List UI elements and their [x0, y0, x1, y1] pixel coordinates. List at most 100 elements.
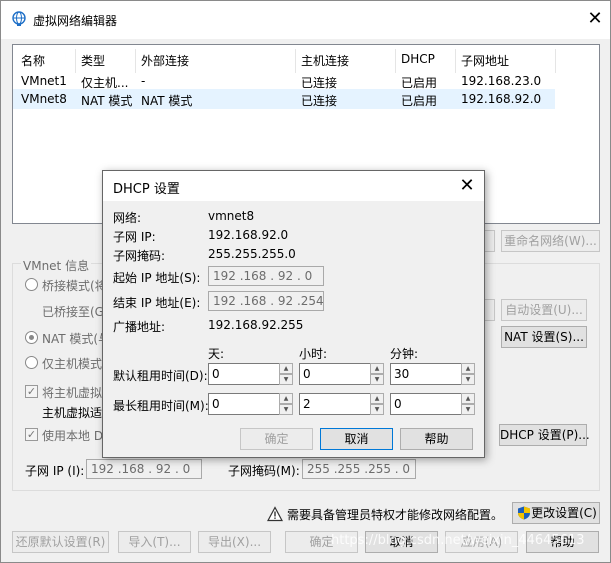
- spin-up-icon[interactable]: ▲: [461, 393, 475, 404]
- column-type[interactable]: 类型: [81, 52, 136, 69]
- cell-host: 已连接: [301, 94, 338, 108]
- cell-name: VMnet1: [21, 74, 67, 88]
- spin-down-icon[interactable]: ▼: [279, 374, 293, 385]
- bridge-mode-radio[interactable]: [25, 278, 38, 291]
- end-ip-input[interactable]: 192 .168 . 92 .254: [208, 291, 324, 311]
- warning-icon: [266, 506, 284, 522]
- cell-subnet: 192.168.92.0: [461, 92, 542, 106]
- dhcp-cancel-button[interactable]: 取消: [320, 428, 393, 450]
- dhcp-subnet-mask-label: 子网掩码:: [113, 249, 166, 263]
- column-host[interactable]: 主机连接: [301, 52, 396, 69]
- minutes-label: 分钟:: [390, 347, 419, 361]
- host-adapter-name-label: 主机虚拟适: [42, 406, 103, 420]
- nat-mode-radio[interactable]: [25, 331, 38, 344]
- dhcp-settings-button[interactable]: DHCP 设置(P)...: [499, 424, 590, 446]
- export-button[interactable]: 导出(X)...: [198, 531, 271, 553]
- start-ip-input[interactable]: 192 .168 . 92 . 0: [208, 266, 324, 286]
- default-lease-hours-stepper[interactable]: 0 ▲ ▼: [299, 363, 384, 385]
- cell-external: NAT 模式: [141, 94, 193, 108]
- subnet-ip-label: 子网 IP (I):: [25, 464, 85, 478]
- nat-settings-button[interactable]: NAT 设置(S)...: [501, 326, 587, 348]
- spin-up-icon[interactable]: ▲: [370, 363, 384, 374]
- column-subnet[interactable]: 子网地址: [461, 52, 556, 69]
- window-close-icon[interactable]: ✕: [583, 7, 607, 31]
- connect-host-adapter-checkbox[interactable]: ✓: [25, 385, 38, 398]
- start-ip-label: 起始 IP 地址(S):: [113, 271, 201, 285]
- default-lease-days-stepper[interactable]: 0 ▲ ▼: [208, 363, 293, 385]
- dialog-close-icon[interactable]: ✕: [455, 174, 479, 198]
- dhcp-subnet-ip-value: 192.168.92.0: [208, 228, 289, 242]
- cell-external: -: [141, 74, 146, 88]
- dialog-title: DHCP 设置: [113, 182, 180, 197]
- column-divider: [455, 49, 456, 73]
- default-lease-days-field[interactable]: 0: [208, 363, 280, 385]
- max-lease-minutes-stepper[interactable]: 0 ▲ ▼: [390, 393, 475, 415]
- change-settings-label: 更改设置(C): [531, 506, 597, 520]
- spin-down-icon[interactable]: ▼: [461, 374, 475, 385]
- import-button[interactable]: 导入(T)...: [118, 531, 191, 553]
- subnet-mask-input[interactable]: 255 .255 .255 . 0: [302, 459, 416, 479]
- column-name[interactable]: 名称: [21, 52, 76, 69]
- max-lease-hours-field[interactable]: 2: [299, 393, 371, 415]
- spin-down-icon[interactable]: ▼: [370, 404, 384, 415]
- default-lease-minutes-field[interactable]: 30: [390, 363, 462, 385]
- network-globe-icon: [11, 11, 27, 27]
- default-lease-hours-field[interactable]: 0: [299, 363, 371, 385]
- default-lease-minutes-stepper[interactable]: 30 ▲ ▼: [390, 363, 475, 385]
- window-title: 虚拟网络编辑器: [33, 14, 118, 28]
- dhcp-subnet-ip-label: 子网 IP:: [113, 230, 156, 244]
- column-divider: [75, 49, 76, 73]
- column-external[interactable]: 外部连接: [141, 52, 296, 69]
- broadcast-label: 广播地址:: [113, 320, 166, 334]
- column-divider: [135, 49, 136, 73]
- watermark-text: https://blog.csdn.net/weixin_44645613: [331, 533, 585, 548]
- dialog-title-bar: DHCP 设置 ✕: [103, 171, 484, 201]
- column-divider: [295, 49, 296, 73]
- cell-type: NAT 模式: [81, 94, 133, 108]
- spin-down-icon[interactable]: ▼: [370, 374, 384, 385]
- cell-subnet: 192.168.23.0: [461, 74, 542, 88]
- max-lease-minutes-field[interactable]: 0: [390, 393, 462, 415]
- dhcp-help-button[interactable]: 帮助: [400, 428, 473, 450]
- cell-dhcp: 已启用: [401, 94, 438, 108]
- default-lease-label: 默认租用时间(D):: [113, 369, 208, 383]
- end-ip-label: 结束 IP 地址(E):: [113, 296, 201, 310]
- bridged-to-label: 已桥接至(G: [42, 305, 104, 319]
- bridge-mode-label: 桥接模式(将: [42, 279, 107, 293]
- list-header: 名称 类型 外部连接 主机连接 DHCP 子网地址: [13, 49, 599, 73]
- admin-notice-text: 需要具备管理员特权才能修改网络配置。: [287, 508, 504, 522]
- dhcp-subnet-mask-value: 255.255.255.0: [208, 247, 296, 261]
- restore-defaults-button[interactable]: 还原默认设置(R): [12, 531, 109, 553]
- spin-up-icon[interactable]: ▲: [279, 363, 293, 374]
- max-lease-label: 最长租用时间(M):: [113, 399, 209, 413]
- spin-up-icon[interactable]: ▲: [370, 393, 384, 404]
- cell-name: VMnet8: [21, 92, 67, 106]
- spin-down-icon[interactable]: ▼: [461, 404, 475, 415]
- change-settings-button[interactable]: 更改设置(C): [512, 502, 600, 524]
- max-lease-days-field[interactable]: 0: [208, 393, 280, 415]
- host-only-label: 仅主机模式(: [42, 357, 107, 371]
- hours-label: 小时:: [299, 347, 328, 361]
- max-lease-hours-stepper[interactable]: 2 ▲ ▼: [299, 393, 384, 415]
- use-local-dhcp-checkbox[interactable]: ✓: [25, 428, 38, 441]
- subnet-mask-label: 子网掩码(M):: [228, 464, 300, 478]
- spin-up-icon[interactable]: ▲: [279, 393, 293, 404]
- subnet-ip-input[interactable]: 192 .168 . 92 . 0: [86, 459, 202, 479]
- auto-settings-button[interactable]: 自动设置(U)...: [501, 299, 587, 321]
- days-label: 天:: [208, 347, 225, 361]
- rename-network-button[interactable]: 重命名网络(W)...: [501, 230, 600, 252]
- title-bar: 虚拟网络编辑器 ✕: [1, 1, 610, 39]
- network-value: vmnet8: [208, 209, 255, 223]
- spin-up-icon[interactable]: ▲: [461, 363, 475, 374]
- column-dhcp[interactable]: DHCP: [401, 52, 456, 66]
- max-lease-days-stepper[interactable]: 0 ▲ ▼: [208, 393, 293, 415]
- table-row-vmnet8[interactable]: VMnet8 NAT 模式 NAT 模式 已连接 已启用 192.168.92.…: [13, 89, 555, 109]
- table-row-vmnet1[interactable]: VMnet1 仅主机... - 已连接 已启用 192.168.23.0: [13, 71, 599, 91]
- host-only-radio[interactable]: [25, 356, 38, 369]
- broadcast-value: 192.168.92.255: [208, 318, 304, 332]
- network-label: 网络:: [113, 211, 142, 225]
- nat-mode-label: NAT 模式(与: [42, 332, 111, 346]
- spin-down-icon[interactable]: ▼: [279, 404, 293, 415]
- dhcp-ok-button[interactable]: 确定: [240, 428, 313, 450]
- uac-shield-icon: [517, 506, 531, 520]
